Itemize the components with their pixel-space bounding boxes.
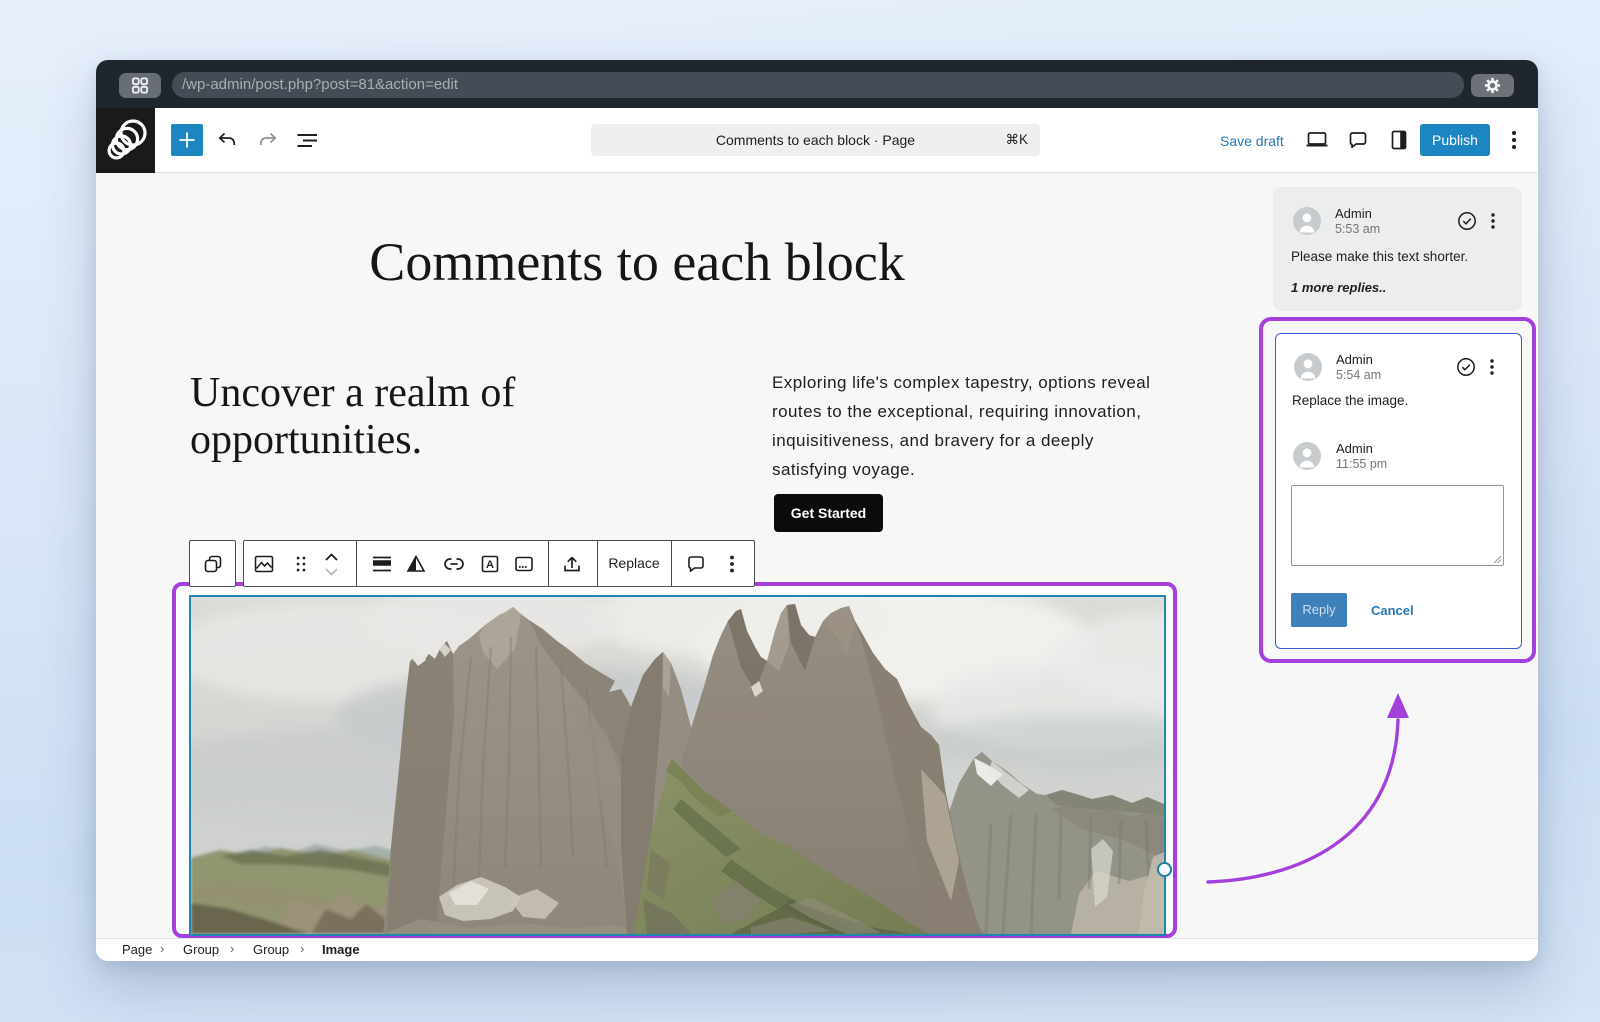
svg-text:A: A bbox=[486, 559, 494, 571]
